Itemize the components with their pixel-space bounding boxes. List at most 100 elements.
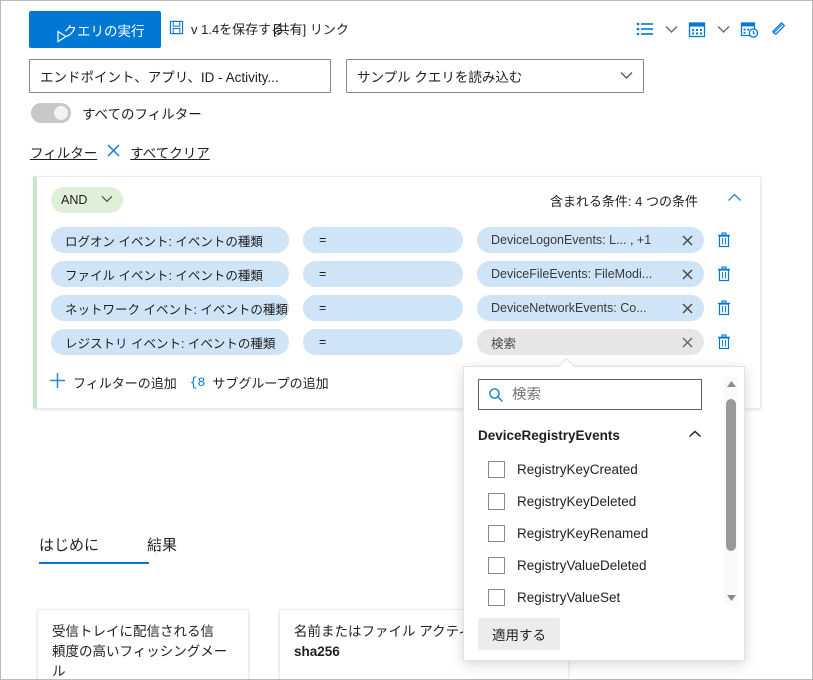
clear-value-icon[interactable] [670, 261, 704, 287]
card-line-2: 頼度の高いフィッシングメール [52, 644, 228, 679]
close-icon[interactable] [103, 142, 124, 162]
chevron-up-icon[interactable] [688, 429, 702, 441]
scroll-up-arrow-icon[interactable] [724, 377, 738, 391]
clear-value-icon[interactable] [670, 295, 704, 321]
group-operator-select[interactable]: AND [51, 187, 123, 213]
all-filters-toggle-row: すべてのフィルター [31, 103, 202, 123]
tab-bar: はじめに 結果 [39, 534, 225, 564]
list-item[interactable]: RegistryValueDeleted [488, 553, 704, 578]
tab-getting-started[interactable]: はじめに [39, 534, 149, 564]
condition-field-0[interactable]: ログオン イベント: イベントの種類 [51, 227, 289, 253]
advanced-hunting-window: クエリの実行 v 1.4を保存する [共有] リンク エンドポイント、アプリ、I… [0, 0, 813, 680]
add-filter-link[interactable]: フィルターの追加 [73, 373, 177, 392]
delete-condition-icon[interactable] [712, 329, 736, 355]
endpoint-search-input[interactable] [29, 59, 331, 93]
scroll-down-arrow-icon[interactable] [724, 591, 738, 605]
option-label: RegistryKeyDeleted [517, 494, 637, 509]
calendar-icon[interactable] [682, 15, 712, 43]
delete-condition-icon[interactable] [712, 295, 736, 321]
condition-operator-2[interactable]: = [303, 295, 463, 321]
option-label: RegistryValueSet [517, 590, 621, 605]
scrollbar-thumb[interactable] [726, 399, 736, 551]
condition-field-1[interactable]: ファイル イベント: イベントの種類 [51, 261, 289, 287]
chevron-down-icon[interactable] [660, 15, 682, 43]
condition-value-wrap-0: DeviceLogonEvents: L... , +1 [477, 227, 704, 253]
tab-label: 結果 [147, 537, 178, 554]
condition-field-2[interactable]: ネットワーク イベント: イベントの種類 [51, 295, 289, 321]
run-query-button[interactable]: クエリの実行 [29, 11, 161, 48]
play-icon [46, 24, 67, 43]
suggestion-card-phishing[interactable]: 受信トレイに配信される信 頼度の高いフィッシングメール [37, 609, 249, 679]
list-item[interactable]: RegistryValueSet [488, 585, 704, 610]
checkbox[interactable] [488, 525, 505, 542]
table-row: レジストリ イベント: イベントの種類 = 検索 [51, 329, 736, 355]
delete-condition-icon[interactable] [712, 261, 736, 287]
clear-value-icon[interactable] [670, 227, 704, 253]
toolbar-icon-group [630, 15, 794, 43]
table-row: ファイル イベント: イベントの種類 = DeviceFileEvents: F… [51, 261, 736, 287]
filter-group-header: AND 含まれる条件: 4 つの条件 [37, 177, 760, 223]
delete-condition-icon[interactable] [712, 227, 736, 253]
option-label: RegistryKeyRenamed [517, 526, 649, 541]
card-line-1: 受信トレイに配信される信 [52, 624, 214, 639]
group-summary: 含まれる条件: 4 つの条件 [549, 194, 698, 209]
condition-value-3[interactable]: 検索 [477, 333, 670, 352]
chevron-down-icon[interactable] [712, 15, 734, 43]
clear-value-icon[interactable] [670, 329, 704, 355]
table-row: ネットワーク イベント: イベントの種類 = DeviceNetworkEven… [51, 295, 736, 321]
scrollbar[interactable] [724, 377, 738, 605]
option-label: RegistryValueDeleted [517, 558, 647, 573]
option-label: RegistryKeyCreated [517, 462, 638, 477]
chevron-down-icon [101, 195, 113, 206]
search-input[interactable] [512, 386, 699, 403]
tab-divider [156, 537, 157, 555]
condition-value-1[interactable]: DeviceFileEvents: FileModi... [477, 267, 670, 281]
condition-field-3[interactable]: レジストリ イベント: イベントの種類 [51, 329, 289, 355]
all-filters-toggle[interactable] [31, 103, 71, 123]
condition-value-wrap-3: 検索 [477, 329, 704, 355]
sample-query-label: サンプル クエリを読み込む [357, 70, 523, 85]
condition-operator-3[interactable]: = [303, 329, 463, 355]
chevron-down-icon [620, 67, 633, 85]
run-query-label: クエリの実行 [63, 23, 145, 39]
callout-beak [557, 358, 575, 367]
list-item[interactable]: RegistryKeyCreated [488, 457, 704, 482]
plus-icon[interactable] [49, 372, 66, 393]
share-link[interactable]: [共有] リンク [273, 19, 349, 38]
condition-value-wrap-1: DeviceFileEvents: FileModi... [477, 261, 704, 287]
list-item[interactable]: RegistryKeyDeleted [488, 489, 704, 514]
toolbar: クエリの実行 v 1.4を保存する [共有] リンク [1, 1, 812, 53]
checkbox[interactable] [488, 589, 505, 606]
calendar-clock-icon[interactable] [734, 15, 764, 43]
list-icon[interactable] [630, 15, 660, 43]
table-row: ログオン イベント: イベントの種類 = DeviceLogonEvents: … [51, 227, 736, 253]
clear-all-link[interactable]: すべてクリア [130, 142, 210, 162]
save-query-control[interactable]: v 1.4を保存する [169, 19, 284, 38]
checkbox[interactable] [488, 461, 505, 478]
save-query-label: v 1.4を保存する [191, 22, 285, 37]
chevron-up-icon[interactable] [727, 190, 742, 205]
apply-button[interactable]: 適用する [478, 618, 560, 650]
dropdown-group-title: DeviceRegistryEvents [478, 427, 620, 443]
subgroup-braces-icon[interactable]: {8 [190, 375, 206, 390]
sample-query-select[interactable]: サンプル クエリを読み込む [346, 59, 644, 93]
all-filters-label: すべてのフィルター [82, 107, 202, 122]
condition-operator-1[interactable]: = [303, 261, 463, 287]
checkbox[interactable] [488, 557, 505, 574]
edit-pencil-icon[interactable] [764, 15, 794, 43]
group-operator-label: AND [61, 193, 88, 207]
condition-value-0[interactable]: DeviceLogonEvents: L... , +1 [477, 233, 670, 247]
tab-label: はじめに [39, 537, 100, 554]
dropdown-group-header[interactable]: DeviceRegistryEvents [478, 423, 702, 447]
tab-results[interactable]: 結果 [147, 534, 187, 564]
list-item[interactable]: RegistryKeyRenamed [488, 521, 704, 546]
add-subgroup-link[interactable]: サブグループの追加 [212, 373, 328, 392]
tab-active-underline [39, 562, 149, 564]
filter-link[interactable]: フィルター [30, 142, 97, 162]
dropdown-search-box[interactable] [478, 379, 702, 410]
value-picker-callout: DeviceRegistryEvents RegistryKeyCreated … [463, 358, 745, 661]
condition-value-2[interactable]: DeviceNetworkEvents: Co... [477, 301, 670, 315]
toggle-knob [54, 106, 68, 120]
condition-operator-0[interactable]: = [303, 227, 463, 253]
checkbox[interactable] [488, 493, 505, 510]
